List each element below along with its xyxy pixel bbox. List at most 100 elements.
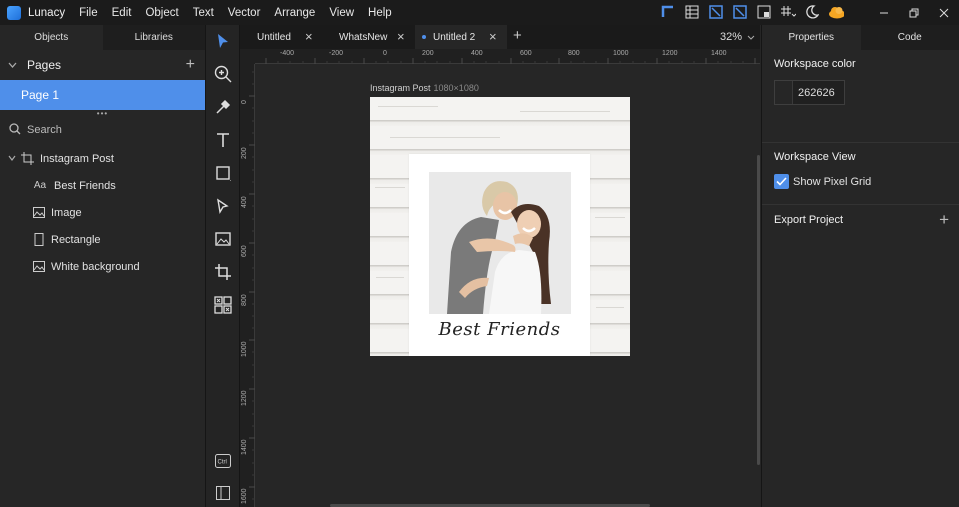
search-input[interactable]: Search	[27, 124, 62, 136]
rectangle-layer-icon	[32, 233, 45, 246]
ruler-label: 1600	[241, 488, 248, 504]
color-picker-icon[interactable]	[213, 97, 233, 117]
layer-label: Rectangle	[51, 233, 101, 246]
snap-object-icon[interactable]	[732, 4, 748, 20]
color-swatch[interactable]	[775, 81, 793, 104]
ruler-label: 0	[383, 50, 387, 57]
select-tool-arrow-icon[interactable]	[213, 31, 233, 51]
export-project-title: Export Project	[774, 214, 844, 226]
menu-edit[interactable]: Edit	[112, 7, 132, 19]
menu-file[interactable]: File	[79, 7, 98, 19]
wood-grain	[595, 217, 625, 218]
ruler-label: 1000	[241, 341, 248, 357]
keyboard-shortcuts-ctrl-icon[interactable]: Ctrl	[213, 451, 233, 471]
tab-libraries[interactable]: Libraries	[102, 25, 205, 50]
tools-toolbar: Ctrl	[206, 25, 240, 507]
pen-tool-icon[interactable]	[213, 196, 233, 216]
zoom-level[interactable]: 32%	[720, 31, 742, 43]
close-tab-icon[interactable]: ×	[397, 29, 405, 44]
tab-properties[interactable]: Properties	[762, 25, 861, 50]
new-tab-plus-icon[interactable]: +	[513, 27, 522, 44]
layer-instagram-post[interactable]: Instagram Post	[0, 145, 205, 172]
snap-pixel-icon[interactable]	[708, 4, 724, 20]
vertical-ruler[interactable]: 0 200 400 600 800 1000 1200 1400 1600	[240, 64, 255, 507]
components-tool-icon[interactable]	[213, 295, 233, 315]
svg-text:Ctrl: Ctrl	[218, 460, 227, 466]
artboard-tool-icon[interactable]	[213, 262, 233, 282]
panel-splitter-handle[interactable]: •••	[0, 110, 205, 118]
menu-object[interactable]: Object	[145, 7, 178, 19]
design-canvas[interactable]: Instagram Post 1080×1080 Best Friends	[256, 65, 760, 507]
page-item-page-1[interactable]: Page 1	[0, 80, 205, 110]
rectangle-polaroid-frame[interactable]: Best Friends	[409, 154, 590, 356]
restore-icon[interactable]	[899, 0, 929, 25]
menu-text[interactable]: Text	[193, 7, 214, 19]
chevron-down-icon[interactable]	[8, 154, 16, 163]
tab-whatsnew[interactable]: WhatsNew ×	[323, 25, 415, 49]
show-pixel-grid-option[interactable]: Show Pixel Grid	[774, 174, 871, 189]
close-tab-icon[interactable]: ×	[489, 29, 497, 44]
right-panel: Properties Code Workspace color 262626 W…	[761, 25, 959, 507]
layer-label: Image	[51, 206, 82, 219]
tab-untitled[interactable]: Untitled ×	[240, 25, 323, 49]
workspace-view-title: Workspace View	[774, 151, 856, 163]
tab-label: WhatsNew	[339, 31, 388, 43]
pixel-preview-icon[interactable]	[756, 4, 772, 20]
image-tool-icon[interactable]	[213, 229, 233, 249]
layer-search[interactable]: Search	[0, 118, 205, 142]
text-tool-icon[interactable]	[213, 130, 233, 150]
photo-image[interactable]	[429, 172, 571, 314]
chevron-down-icon[interactable]	[747, 33, 755, 42]
vertical-scrollbar[interactable]	[757, 155, 760, 465]
layout-grid-icon[interactable]	[684, 4, 700, 20]
pages-header[interactable]: Pages +	[0, 50, 205, 80]
page-item-label: Page 1	[21, 88, 60, 102]
pixel-grid-checkbox[interactable]	[774, 174, 789, 189]
ruler-label: 1400	[711, 50, 727, 57]
layer-rectangle[interactable]: Rectangle	[0, 226, 205, 253]
ruler-label: 200	[241, 147, 248, 159]
tab-untitled-2[interactable]: Untitled 2 ×	[415, 25, 507, 49]
add-page-plus-icon[interactable]: +	[186, 56, 195, 74]
wood-grain	[596, 307, 624, 308]
window-controls	[869, 0, 959, 25]
lunacy-logo-icon	[7, 5, 21, 20]
menu-arrange[interactable]: Arrange	[274, 7, 315, 19]
menu-vector[interactable]: Vector	[228, 7, 261, 19]
layer-white-background[interactable]: White background	[0, 253, 205, 280]
left-panel-tabs: Objects Libraries	[0, 25, 205, 50]
rectangle-tool-icon[interactable]	[213, 163, 233, 183]
zoom-tool-icon[interactable]	[213, 64, 233, 84]
snap-corner-icon[interactable]	[660, 4, 676, 20]
add-export-plus-icon[interactable]: +	[939, 210, 949, 230]
cloud-account-icon[interactable]	[828, 4, 844, 20]
export-project-section[interactable]: Export Project +	[762, 205, 959, 237]
artboard-instagram-post[interactable]: Best Friends	[370, 97, 630, 356]
chevron-down-icon[interactable]	[8, 60, 17, 70]
close-tab-icon[interactable]: ×	[305, 29, 313, 44]
ruler-label: 1400	[241, 439, 248, 455]
color-hex-input[interactable]: 262626	[798, 87, 835, 99]
tab-objects[interactable]: Objects	[0, 25, 103, 50]
title-toolbar	[660, 4, 844, 20]
toggle-sidebar-icon[interactable]	[213, 483, 233, 503]
ruler-label: 0	[241, 100, 248, 104]
close-window-icon[interactable]	[929, 0, 959, 25]
left-panel: Objects Libraries Pages + Page 1 ••• Sea…	[0, 25, 206, 507]
ruler-label: 1200	[662, 50, 678, 57]
artboard-icon	[21, 152, 34, 165]
best-friends-caption-text[interactable]: Best Friends	[409, 319, 590, 340]
workspace-color-field[interactable]: 262626	[774, 80, 845, 105]
menu-view[interactable]: View	[329, 7, 354, 19]
menu-help[interactable]: Help	[368, 7, 392, 19]
artboard-title[interactable]: Instagram Post 1080×1080	[370, 83, 479, 93]
horizontal-ruler[interactable]: -400 -200 0 200 400 600 800 1000 1200 14…	[255, 49, 760, 64]
grid-settings-icon[interactable]	[780, 4, 796, 20]
layer-image[interactable]: Image	[0, 199, 205, 226]
tab-label: Untitled 2	[433, 31, 476, 43]
layer-best-friends[interactable]: Aa Best Friends	[0, 172, 205, 199]
dark-mode-moon-icon[interactable]	[804, 4, 820, 20]
tab-code[interactable]: Code	[860, 25, 959, 50]
minimize-icon[interactable]	[869, 0, 899, 25]
unsaved-dot-icon	[422, 35, 426, 39]
